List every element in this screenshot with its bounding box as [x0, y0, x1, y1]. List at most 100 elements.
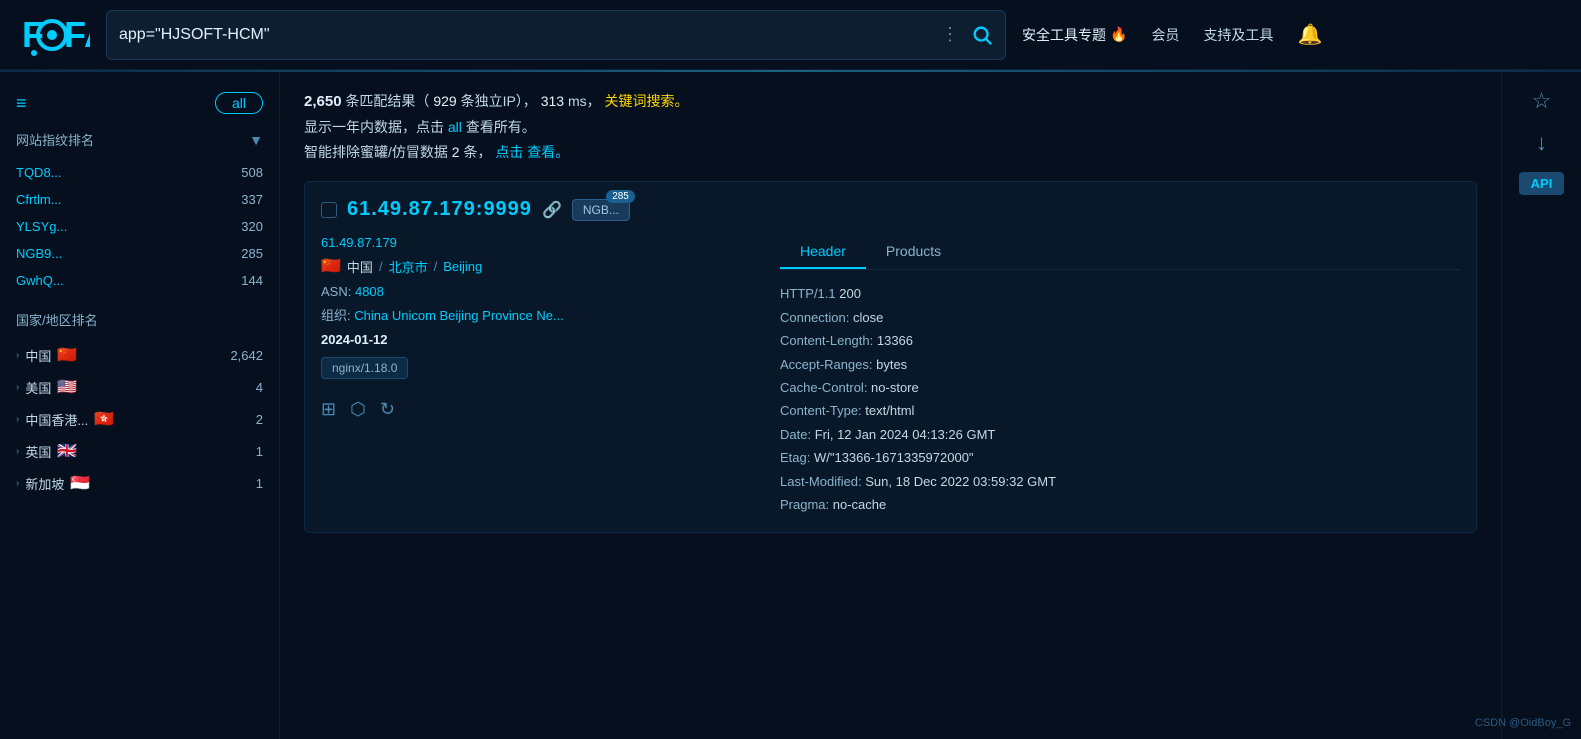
all-badge[interactable]: all	[215, 92, 263, 114]
line2-text: 显示一年内数据，点击	[304, 119, 444, 135]
view-link[interactable]: 查看。	[527, 144, 569, 160]
flag-icon: 🇭🇰	[94, 409, 114, 429]
chevron-right-icon: ›	[16, 350, 19, 361]
keyword-search-link[interactable]: 关键词搜索。	[605, 93, 689, 109]
external-link-icon[interactable]: 🔗	[542, 200, 562, 220]
results-area: 2,650 条匹配结果（ 929 条独立IP）， 313 ms， 关键词搜索。 …	[280, 72, 1501, 739]
header-line-8: Last-Modified: Sun, 18 Dec 2022 03:59:32…	[780, 470, 1460, 493]
search-bar: ⋮	[106, 10, 1006, 60]
country-text: 中国	[347, 257, 373, 276]
sidebar: ≡ all 网站指纹排名 ▼ TQD8... 508 Cfrtlm... 337…	[0, 72, 280, 739]
chevron-right-icon: ›	[16, 446, 19, 457]
nav-items: 安全工具专题 🔥 会员 支持及工具 🔔	[1022, 22, 1322, 47]
nav-membership[interactable]: 会员	[1151, 25, 1179, 45]
ngb-badge[interactable]: NGB... 285	[572, 199, 630, 221]
org-row: 组织: China Unicom Beijing Province Ne...	[321, 305, 760, 324]
country-section: 国家/地区排名 › 中国 🇨🇳 2,642 › 美国 🇺🇸 4 › 中国香港..…	[16, 310, 263, 499]
asn-row: ASN: 4808	[321, 284, 760, 299]
result-card-header: 61.49.87.179:9999 🔗 NGB... 285	[321, 198, 1460, 221]
results-header: 2,650 条匹配结果（ 929 条独立IP）， 313 ms， 关键词搜索。 …	[304, 88, 1477, 165]
country-item-3[interactable]: › 英国 🇬🇧 1	[16, 435, 263, 467]
select-checkbox[interactable]	[321, 202, 337, 218]
ip-port-link[interactable]: 61.49.87.179:9999	[347, 198, 532, 221]
time-ms: 313	[541, 93, 564, 109]
filter-icon[interactable]: ≡	[16, 93, 27, 114]
date-row: 2024-01-12	[321, 332, 760, 347]
more-options-button[interactable]: ⋮	[941, 24, 959, 45]
watermark: CSDN @OidBoy_G	[1475, 717, 1571, 729]
header-content: HTTP/1.1 200 Connection: close Content-L…	[780, 282, 1460, 516]
honeypot-count: 2	[452, 144, 460, 160]
fire-icon: 🔥	[1110, 26, 1127, 43]
tabs: Header Products	[780, 235, 1460, 270]
logo[interactable]: F FA	[20, 11, 90, 59]
summary-text: 条匹配结果（	[345, 93, 429, 109]
unique-ip-count: 929	[433, 93, 456, 109]
result-card: 61.49.87.179:9999 🔗 NGB... 285 61.49.87.…	[304, 181, 1477, 533]
server-badge: nginx/1.18.0	[321, 357, 408, 379]
country-section-title: 国家/地区排名	[16, 310, 263, 329]
click-link[interactable]: 点击	[495, 144, 523, 160]
hex-icon[interactable]: ⬡	[350, 399, 366, 420]
fingerprint-item-2[interactable]: YLSYg... 320	[16, 213, 263, 240]
api-button[interactable]: API	[1519, 172, 1565, 195]
country-item-0[interactable]: › 中国 🇨🇳 2,642	[16, 339, 263, 371]
main-layout: ≡ all 网站指纹排名 ▼ TQD8... 508 Cfrtlm... 337…	[0, 72, 1581, 739]
line3-text: 智能排除蜜罐/仿冒数据	[304, 144, 448, 160]
header-line-9: Pragma: no-cache	[780, 493, 1460, 516]
line3-suffix: 条，	[463, 144, 491, 160]
notification-bell-icon[interactable]: 🔔	[1297, 22, 1322, 47]
org-link[interactable]: China Unicom Beijing Province Ne...	[354, 308, 564, 323]
sidebar-filter-row: ≡ all	[16, 92, 263, 114]
fingerprint-list: TQD8... 508 Cfrtlm... 337 YLSYg... 320 N…	[16, 159, 263, 294]
result-right: Header Products HTTP/1.1 200 Connection:…	[780, 235, 1460, 516]
action-icons: ⊞ ⬡ ↻	[321, 399, 760, 420]
content-wrapper: 2,650 条匹配结果（ 929 条独立IP）， 313 ms， 关键词搜索。 …	[280, 72, 1581, 739]
filter-funnel-icon[interactable]: ▼	[249, 132, 263, 148]
chevron-right-icon: ›	[16, 478, 19, 489]
flag-icon: 🇸🇬	[70, 473, 90, 493]
chevron-right-icon: ›	[16, 414, 19, 425]
all-link[interactable]: all	[448, 119, 462, 135]
country-item-2[interactable]: › 中国香港... 🇭🇰 2	[16, 403, 263, 435]
nav-security-tools[interactable]: 安全工具专题 🔥	[1022, 25, 1127, 45]
header-line-1: Connection: close	[780, 306, 1460, 329]
svg-text:F: F	[22, 14, 44, 55]
result-left: 61.49.87.179 🇨🇳 中国 / 北京市 / Beijing ASN: …	[321, 235, 760, 516]
city-link[interactable]: 北京市	[389, 257, 428, 276]
ip-address-link[interactable]: 61.49.87.179	[321, 235, 760, 250]
flag-icon: 🇺🇸	[57, 377, 77, 397]
china-flag-icon: 🇨🇳	[321, 256, 341, 276]
header-line-4: Cache-Control: no-store	[780, 376, 1460, 399]
tab-header[interactable]: Header	[780, 235, 866, 269]
header-line-3: Accept-Ranges: bytes	[780, 353, 1460, 376]
asn-link[interactable]: 4808	[355, 284, 384, 299]
region-link[interactable]: Beijing	[443, 259, 482, 274]
country-item-1[interactable]: › 美国 🇺🇸 4	[16, 371, 263, 403]
screenshot-icon[interactable]: ⊞	[321, 399, 336, 420]
flag-icon: 🇨🇳	[57, 345, 77, 365]
nav-support-tools[interactable]: 支持及工具	[1203, 25, 1273, 45]
header-line-6: Date: Fri, 12 Jan 2024 04:13:26 GMT	[780, 423, 1460, 446]
header-line-5: Content-Type: text/html	[780, 399, 1460, 422]
search-button[interactable]	[971, 24, 993, 46]
star-icon[interactable]: ☆	[1532, 88, 1552, 114]
fingerprint-item-1[interactable]: Cfrtlm... 337	[16, 186, 263, 213]
header-line-2: Content-Length: 13366	[780, 329, 1460, 352]
fingerprint-item-0[interactable]: TQD8... 508	[16, 159, 263, 186]
header-line-0: HTTP/1.1 200	[780, 282, 1460, 305]
svg-text:FA: FA	[64, 14, 90, 55]
fingerprint-item-4[interactable]: GwhQ... 144	[16, 267, 263, 294]
fingerprint-item-3[interactable]: NGB9... 285	[16, 240, 263, 267]
country-item-4[interactable]: › 新加坡 🇸🇬 1	[16, 467, 263, 499]
download-icon[interactable]: ↓	[1536, 130, 1547, 156]
flag-icon: 🇬🇧	[57, 441, 77, 461]
search-input[interactable]	[119, 26, 941, 44]
refresh-icon[interactable]: ↻	[380, 399, 395, 420]
fingerprint-section-title: 网站指纹排名 ▼	[16, 130, 263, 149]
tab-products[interactable]: Products	[866, 235, 961, 269]
right-panel: ☆ ↓ API	[1501, 72, 1581, 739]
summary-ip: 条独立IP），	[461, 93, 537, 109]
line2-suffix: 查看所有。	[466, 119, 536, 135]
summary-ms: ms，	[568, 93, 601, 109]
